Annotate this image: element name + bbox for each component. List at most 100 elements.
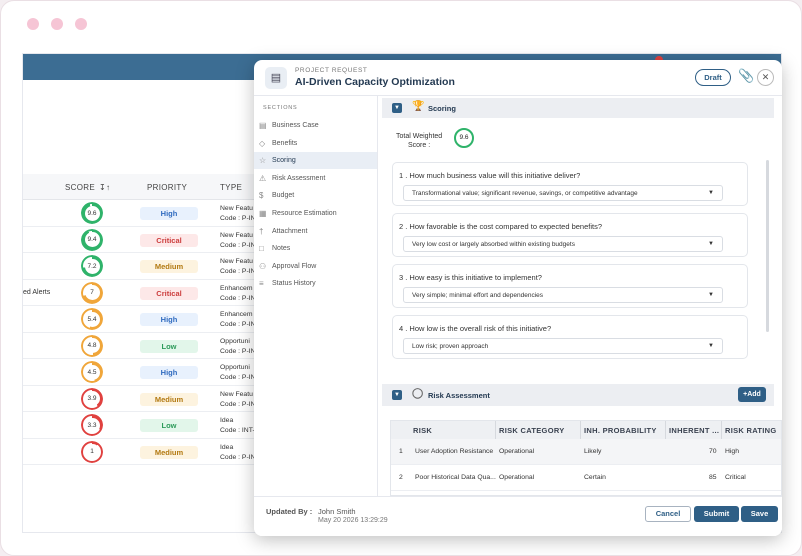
scoring-section-header[interactable]: ▼ 🏆 Scoring	[382, 98, 774, 118]
answer-select[interactable]: Low risk; proven approach ▼	[403, 338, 723, 354]
dollar-icon: $	[259, 191, 264, 201]
priority-badge: Critical	[140, 286, 198, 300]
answer-value: Low risk; proven approach	[412, 343, 489, 350]
cancel-button[interactable]: Cancel	[645, 506, 691, 522]
scoring-question: 1 . How much business value will this in…	[392, 162, 748, 206]
sidebar-item-approval-flow[interactable]: ⚇ Approval Flow	[254, 258, 377, 275]
sections-sidebar: SECTIONS ▤ Business Case ◇ Benefits ☆ Scoring…	[254, 96, 378, 496]
people-icon: ⚇	[259, 261, 267, 271]
score-ring: 1	[81, 440, 103, 463]
col-risk-category[interactable]: RISK CATEGORY	[499, 426, 565, 435]
risk-row[interactable]: 1 User Adoption Resistance Operational Like…	[391, 439, 781, 465]
modal-kicker: PROJECT REQUEST	[295, 67, 368, 74]
row-number: 2	[399, 474, 403, 481]
type-cell: Opportuni Code : P-IN	[220, 337, 256, 357]
risk-name: User Adoption Resistance	[415, 448, 494, 455]
sidebar-item-benefits[interactable]: ◇ Benefits	[254, 135, 377, 152]
code-text: Code : P-IN	[220, 321, 256, 328]
section-title: Scoring	[428, 104, 456, 113]
scoring-question: 2 . How favorable is the cost compared t…	[392, 213, 748, 257]
scoring-question: 3 . How easy is this initiative to imple…	[392, 264, 748, 308]
sidebar-item-label: Budget	[272, 192, 295, 200]
save-button[interactable]: Save	[741, 506, 778, 522]
sidebar-item-scoring[interactable]: ☆ Scoring	[254, 152, 377, 170]
type-text: Opportuni	[220, 337, 250, 345]
window-dot-close[interactable]	[27, 18, 39, 30]
score-ring: 4.8	[81, 334, 103, 357]
score-value: 7.2	[84, 258, 100, 274]
paperclip-icon[interactable]: 📎	[738, 68, 754, 84]
answer-select[interactable]: Transformational value; significant reve…	[403, 185, 723, 201]
type-text: Opportuni	[220, 364, 250, 371]
total-label-line1: Total Weighted	[396, 133, 443, 140]
col-risk[interactable]: RISK	[413, 426, 432, 435]
sidebar-item-budget[interactable]: $ Budget	[254, 187, 377, 204]
answer-value: Transformational value; significant reve…	[412, 190, 638, 197]
chevron-down-icon[interactable]: ▼	[708, 339, 714, 354]
note-icon: □	[259, 244, 264, 254]
total-weighted-score-label: Total Weighted Score :	[396, 132, 442, 150]
priority-badge: Medium	[140, 445, 198, 459]
sidebar-item-label: Resource Estimation	[272, 210, 337, 217]
risk-row[interactable]: 2 Poor Historical Data Qua... Operational C…	[391, 465, 781, 491]
answer-select[interactable]: Very low cost or largely absorbed within…	[403, 236, 723, 252]
risk-section-header[interactable]: ▼ ◯ Risk Assessment +Add	[382, 384, 774, 406]
column-priority[interactable]: PRIORITY	[147, 183, 187, 192]
chevron-down-icon[interactable]: ▼	[392, 103, 402, 113]
vertical-scrollbar[interactable]	[766, 160, 769, 332]
submit-button[interactable]: Submit	[694, 506, 739, 522]
chevron-down-icon[interactable]: ▼	[708, 288, 714, 303]
modal-title: AI-Driven Capacity Optimization	[295, 76, 455, 88]
risk-name: Poor Historical Data Qua...	[415, 474, 496, 481]
sidebar-item-label: Benefits	[272, 139, 298, 147]
risk-inherent: 85	[709, 474, 717, 481]
sidebar-item-label: Risk Assessment	[272, 174, 326, 182]
column-type[interactable]: TYPE	[220, 183, 242, 192]
window-dot-maximize[interactable]	[75, 18, 87, 30]
chevron-down-icon[interactable]: ▼	[708, 186, 714, 201]
sidebar-item-label: Notes	[272, 245, 291, 253]
status-badge[interactable]: Draft	[695, 69, 731, 86]
chevron-down-icon[interactable]: ▼	[708, 237, 714, 252]
score-value: 4.5	[84, 364, 100, 380]
total-score-ring: 9.6	[454, 128, 474, 148]
sidebar-item-business-case[interactable]: ▤ Business Case	[254, 117, 377, 134]
type-cell: New Featu Code : P-IN	[220, 231, 256, 251]
add-risk-button[interactable]: +Add	[738, 387, 766, 402]
priority-badge: Critical	[140, 233, 198, 247]
score-value: 7	[84, 285, 100, 300]
score-ring: 3.9	[81, 387, 103, 410]
col-risk-rating[interactable]: RISK RATING	[725, 426, 777, 435]
chevron-down-icon[interactable]: ▼	[392, 390, 402, 400]
col-inherent[interactable]: INHERENT ...	[669, 426, 719, 435]
question-text: 4 . How low is the overall risk of this …	[399, 324, 552, 333]
window-dot-minimize[interactable]	[51, 18, 63, 30]
sidebar-item-label: Business Case	[272, 122, 319, 129]
sidebar-item-notes[interactable]: □ Notes	[254, 240, 377, 257]
risk-rating: Critical	[725, 474, 746, 481]
type-cell: Opportuni Code : P-IN	[220, 363, 256, 383]
sidebar-item-resource-estimation[interactable]: ▦ Resource Estimation	[254, 205, 377, 222]
question-text: 3 . How easy is this initiative to imple…	[399, 273, 542, 282]
sidebar-item-risk-assessment[interactable]: ⚠ Risk Assessment	[254, 170, 377, 187]
questions-scroll-area[interactable]: 1 . How much business value will this in…	[388, 158, 766, 366]
score-value: 3.3	[84, 417, 100, 433]
trophy-icon: ☆	[259, 156, 267, 166]
sidebar-item-attachment[interactable]: † Attachment	[254, 223, 377, 240]
type-cell: Enhancem Code : P-IN	[220, 310, 256, 330]
sidebar-item-label: Attachment	[272, 227, 308, 235]
type-cell: New Featu Code : P-IN	[220, 257, 256, 277]
col-inh-probability[interactable]: INH. PROBABILITY	[584, 426, 657, 435]
row-number: 1	[399, 448, 403, 455]
type-text: New Featu	[220, 390, 253, 398]
type-cell: New Featu Code : P-IN	[220, 390, 256, 410]
priority-badge: Low	[140, 339, 198, 353]
sidebar-item-status-history[interactable]: ≡ Status History	[254, 275, 377, 292]
risk-table: RISK RISK CATEGORY INH. PROBABILITY INHE…	[390, 420, 782, 496]
score-ring: 7.2	[81, 255, 103, 277]
column-score[interactable]: SCORE	[65, 183, 95, 192]
answer-select[interactable]: Very simple; minimal effort and dependen…	[403, 287, 723, 303]
close-button[interactable]: ✕	[757, 69, 774, 86]
score-ring: 4.5	[81, 361, 103, 383]
sort-icon[interactable]: ↧↑	[99, 183, 110, 192]
